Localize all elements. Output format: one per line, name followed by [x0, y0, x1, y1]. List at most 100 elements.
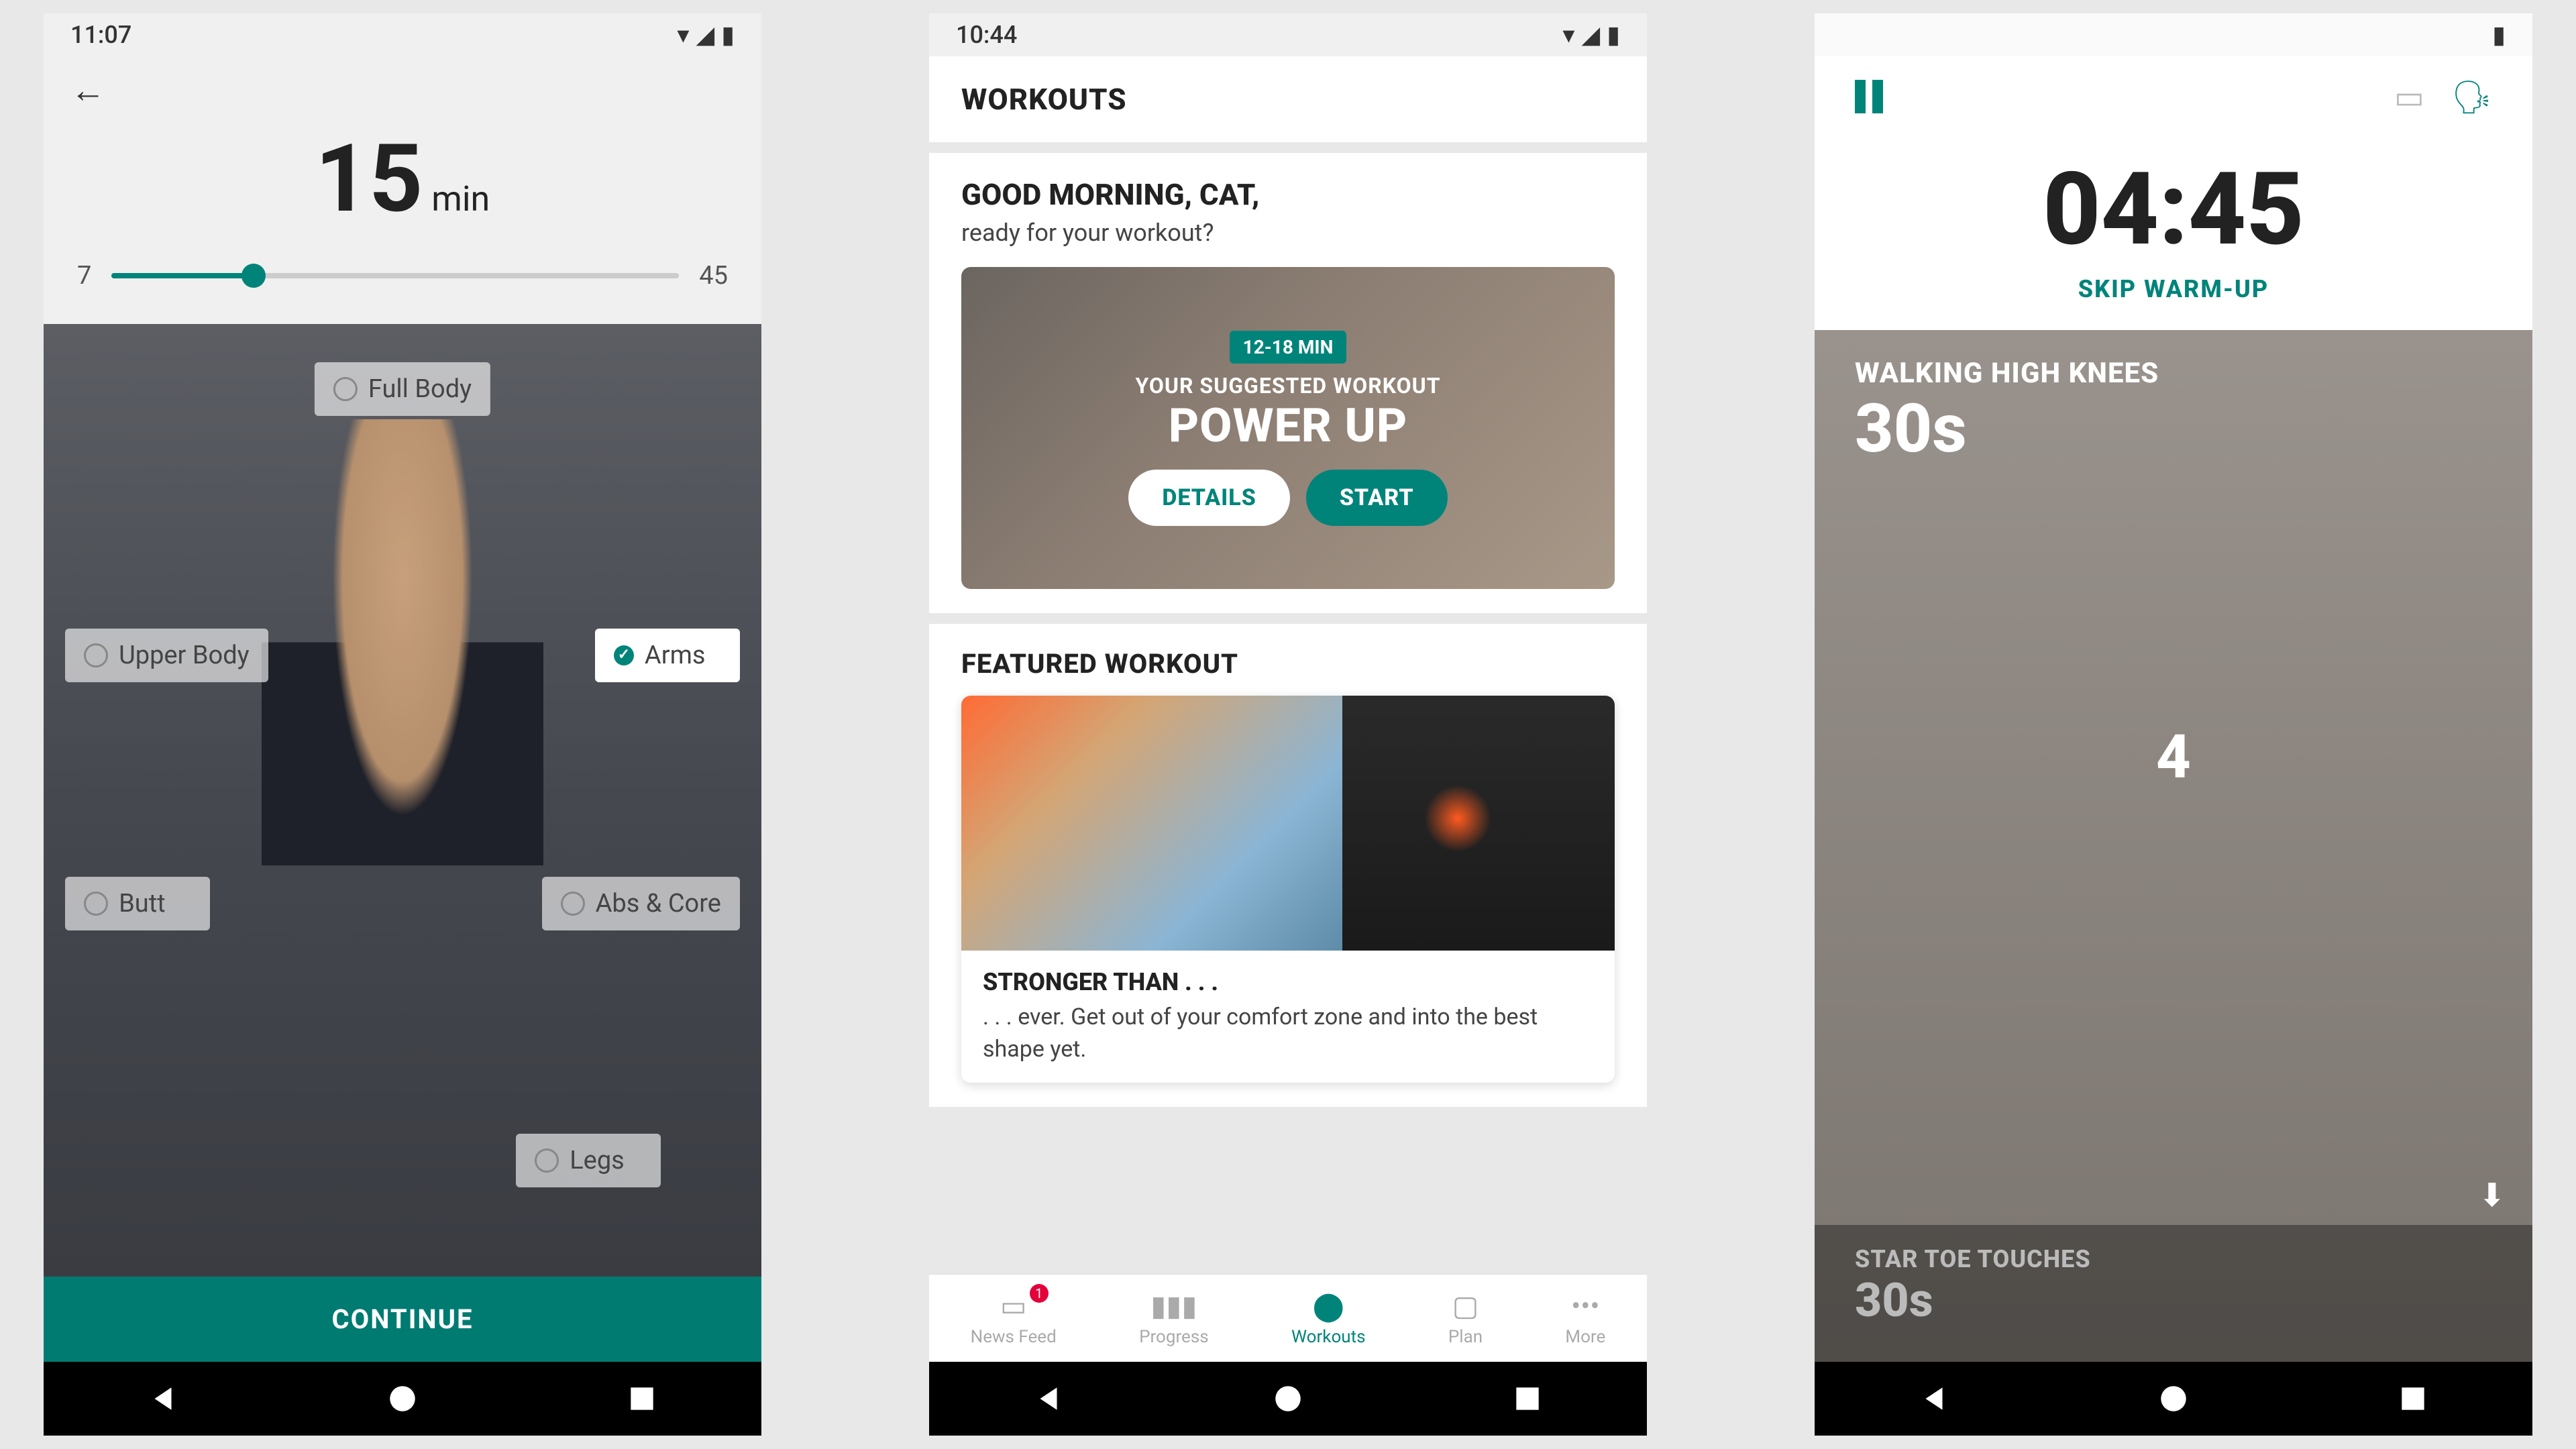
download-icon[interactable]: ⬇: [2479, 1176, 2506, 1214]
suggested-workout-card[interactable]: 12-18 MIN YOUR SUGGESTED WORKOUT POWER U…: [961, 267, 1615, 589]
tab-news-feed[interactable]: ▭ 1 News Feed: [971, 1289, 1057, 1347]
phone-workout-builder: 11:07 ▾ ◢ ▮ ← 15 min 7 45 Full Body Uppe…: [44, 13, 761, 1436]
hero-buttons: DETAILS START: [1128, 470, 1447, 526]
duration-display: 15 min: [70, 111, 735, 261]
continue-button[interactable]: CONTINUE: [44, 1277, 761, 1362]
featured-label: FEATURED WORKOUT: [961, 648, 1615, 680]
pill-upper-body[interactable]: Upper Body: [65, 629, 268, 682]
hero-subtitle: YOUR SUGGESTED WORKOUT: [1135, 373, 1440, 398]
android-nav-bar: [44, 1362, 761, 1436]
tab-label: Workouts: [1291, 1327, 1366, 1347]
duration-slider[interactable]: [111, 273, 679, 278]
slider-thumb[interactable]: [241, 264, 266, 288]
phone-workouts-home: 10:44 ▾ ◢ ▮ WORKOUTS GOOD MORNING, CAT, …: [929, 13, 1647, 1436]
body-model-image: [262, 419, 543, 1057]
bar-chart-icon: ▮▮▮: [1150, 1289, 1197, 1323]
featured-image-right: [1342, 696, 1615, 951]
battery-icon: ▮: [1607, 21, 1620, 49]
pause-icon: [1872, 80, 1883, 113]
battery-icon: ▮: [2492, 21, 2506, 49]
wifi-icon: ▾: [1562, 21, 1574, 49]
slider-max-label: 45: [699, 261, 728, 290]
rep-count: 4: [2156, 722, 2191, 792]
status-bar: 11:07 ▾ ◢ ▮: [44, 13, 761, 56]
nav-recent-icon[interactable]: [625, 1382, 659, 1415]
workouts-content[interactable]: GOOD MORNING, CAT, ready for your workou…: [929, 142, 1647, 1274]
radio-checked-icon: [614, 645, 634, 665]
radio-icon: [84, 892, 108, 916]
builder-header: ← 15 min 7 45: [44, 56, 761, 324]
nav-recent-icon[interactable]: [1511, 1382, 1544, 1415]
tab-label: More: [1565, 1327, 1605, 1347]
tab-more[interactable]: ••• More: [1565, 1290, 1605, 1347]
next-exercise-name: STAR TOE TOUCHES: [1855, 1245, 2492, 1273]
more-icon: •••: [1571, 1290, 1600, 1323]
pill-label: Arms: [645, 641, 706, 670]
next-exercise-duration: 30s: [1855, 1273, 2492, 1328]
workout-top-bar: ▭ 🗣: [1815, 56, 2532, 137]
cast-icon[interactable]: ▭: [2394, 78, 2424, 116]
person-icon: ⬤: [1313, 1289, 1344, 1323]
nav-back-icon[interactable]: [1032, 1382, 1065, 1415]
greeting-card: GOOD MORNING, CAT, ready for your workou…: [929, 153, 1647, 613]
nav-back-icon[interactable]: [1917, 1382, 1951, 1415]
pill-abs-core[interactable]: Abs & Core: [542, 877, 740, 930]
status-icons: ▾ ◢ ▮: [677, 21, 735, 49]
pill-legs[interactable]: Legs: [516, 1134, 661, 1187]
featured-desc: . . . ever. Get out of your comfort zone…: [983, 1002, 1593, 1065]
radio-icon: [561, 892, 585, 916]
battery-icon: ▮: [721, 21, 735, 49]
pill-label: Legs: [570, 1146, 625, 1175]
details-button[interactable]: DETAILS: [1128, 470, 1289, 526]
phone-active-workout: ▮ ▭ 🗣 04:45 SKIP WARM-UP WALKING HIGH KN…: [1815, 13, 2532, 1436]
android-nav-bar: [929, 1362, 1647, 1436]
pill-label: Full Body: [368, 374, 472, 404]
radio-icon: [535, 1148, 559, 1173]
duration-slider-row: 7 45: [70, 261, 735, 311]
tab-workouts[interactable]: ⬤ Workouts: [1291, 1289, 1366, 1347]
radio-icon: [333, 377, 358, 401]
featured-image: [961, 696, 1615, 951]
tab-label: Progress: [1139, 1327, 1209, 1347]
nav-back-icon[interactable]: [146, 1382, 180, 1415]
clipboard-icon: ▢: [1452, 1289, 1479, 1323]
bottom-tab-bar: ▭ 1 News Feed ▮▮▮ Progress ⬤ Workouts ▢ …: [929, 1274, 1647, 1362]
hero-title: POWER UP: [1169, 398, 1407, 453]
slider-fill: [111, 273, 253, 278]
news-icon: ▭: [1000, 1289, 1027, 1323]
nav-recent-icon[interactable]: [2396, 1382, 2430, 1415]
signal-icon: ◢: [1582, 21, 1601, 49]
pill-full-body[interactable]: Full Body: [315, 362, 490, 416]
featured-section: FEATURED WORKOUT STRONGER THAN . . . . .…: [929, 624, 1647, 1107]
slider-min-label: 7: [77, 261, 91, 290]
status-time: 11:07: [70, 21, 131, 49]
pill-butt[interactable]: Butt: [65, 877, 210, 930]
pill-label: Upper Body: [119, 641, 250, 670]
exercise-name: WALKING HIGH KNEES: [1855, 357, 2492, 390]
current-exercise-panel: WALKING HIGH KNEES 30s 4 ⬇ STAR TOE TOUC…: [1815, 330, 2532, 1362]
pause-button[interactable]: [1855, 80, 1883, 113]
body-selector: Full Body Upper Body Arms Butt Abs & Cor…: [44, 324, 761, 1277]
tab-plan[interactable]: ▢ Plan: [1448, 1289, 1483, 1347]
audio-icon[interactable]: 🗣: [2451, 78, 2492, 116]
featured-workout-card[interactable]: STRONGER THAN . . . . . . ever. Get out …: [961, 696, 1615, 1083]
greeting-sub: ready for your workout?: [961, 219, 1615, 247]
signal-icon: ◢: [696, 21, 715, 49]
duration-value: 15: [315, 124, 423, 234]
back-arrow-icon[interactable]: ←: [70, 70, 105, 111]
page-title: WORKOUTS: [929, 56, 1647, 142]
radio-icon: [84, 643, 108, 667]
skip-warmup-button[interactable]: SKIP WARM-UP: [1815, 275, 2532, 330]
greeting-text: GOOD MORNING, CAT,: [961, 177, 1615, 212]
nav-home-icon[interactable]: [2157, 1382, 2190, 1415]
nav-home-icon[interactable]: [386, 1382, 419, 1415]
nav-home-icon[interactable]: [1271, 1382, 1305, 1415]
start-button[interactable]: START: [1306, 470, 1448, 526]
pill-label: Abs & Core: [596, 889, 721, 918]
wifi-icon: ▾: [677, 21, 689, 49]
pill-arms[interactable]: Arms: [595, 629, 740, 682]
tab-progress[interactable]: ▮▮▮ Progress: [1139, 1289, 1209, 1347]
next-exercise-preview[interactable]: STAR TOE TOUCHES 30s: [1815, 1225, 2532, 1362]
status-bar: 10:44 ▾ ◢ ▮: [929, 13, 1647, 56]
tab-label: News Feed: [971, 1327, 1057, 1347]
